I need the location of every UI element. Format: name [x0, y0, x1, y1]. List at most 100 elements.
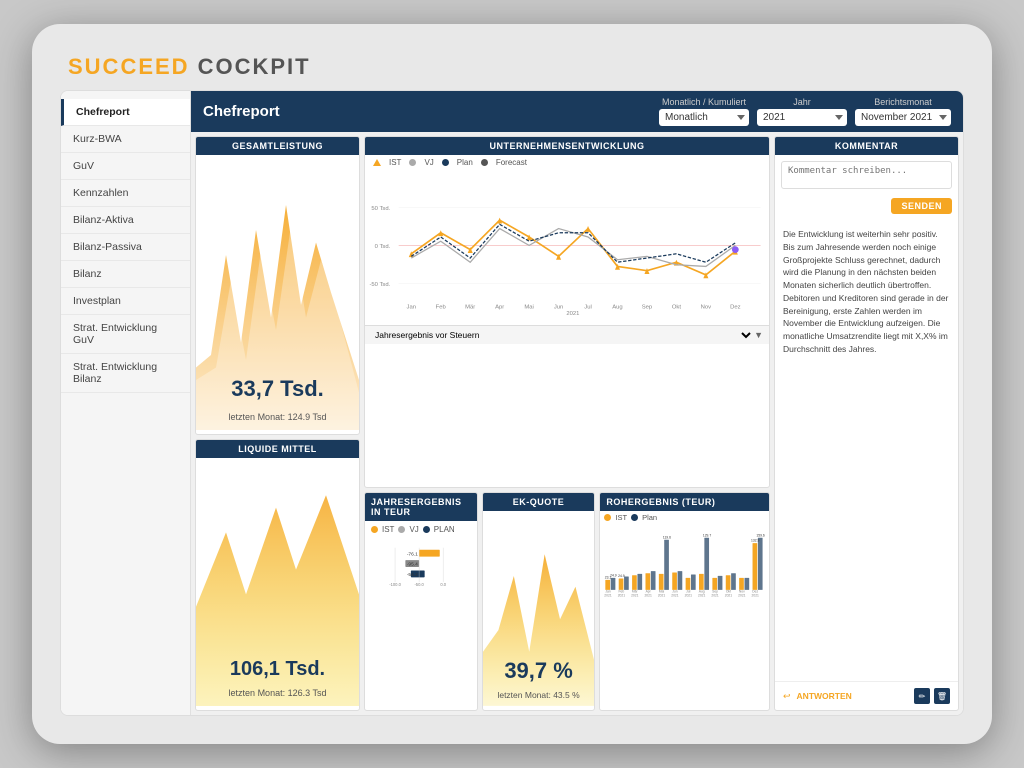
svg-text:119.6: 119.6	[663, 536, 671, 540]
jahresergebnis-chart-svg: -76.1 -95.4 -54.2	[371, 537, 471, 597]
top-bar: Chefreport Monatlich / Kumuliert Monatli…	[191, 91, 963, 132]
senden-button[interactable]: SENDEN	[891, 198, 952, 214]
svg-text:2021: 2021	[658, 594, 666, 598]
ekquote-header: EK-QUOTE	[483, 493, 595, 511]
svg-text:Mai: Mai	[524, 305, 533, 311]
sidebar-item-guv[interactable]: GuV	[61, 153, 190, 180]
sidebar-item-kennzahlen[interactable]: Kennzahlen	[61, 180, 190, 207]
kommentar-action-icons: ✏ 🗑	[914, 688, 950, 704]
content: Chefreport Monatlich / Kumuliert Monatli…	[191, 91, 963, 715]
monatlich-control: Monatlich / Kumuliert Monatlich Kumulier…	[659, 97, 749, 126]
gesamtleistung-sub: letzten Monat: 124.9 Tsd	[196, 412, 359, 422]
svg-text:2021: 2021	[618, 594, 626, 598]
antworten-link[interactable]: ANTWORTEN	[797, 691, 852, 701]
ekquote-sub: letzten Monat: 43.5 %	[483, 690, 595, 700]
vj-line	[411, 229, 735, 267]
sidebar-item-strat--entwicklung-bilanz[interactable]: Strat. Entwicklung Bilanz	[61, 354, 190, 393]
jahresergebnis-panel: JAHRESERGEBNIS IN TEUR IST VJ PLAN	[364, 492, 478, 711]
ist-legend-label: IST	[389, 158, 401, 167]
sidebar-item-bilanz-passiva[interactable]: Bilanz-Passiva	[61, 234, 190, 261]
monatlich-select[interactable]: Monatlich Kumuliert	[659, 109, 749, 126]
liquide-value: 106,1 Tsd.	[196, 658, 359, 681]
svg-text:129.7: 129.7	[703, 534, 711, 538]
svg-text:50 Tsd.: 50 Tsd.	[371, 206, 390, 212]
unternehmen-legend: IST VJ Plan Forecast	[365, 155, 769, 170]
kommentar-panel: KOMMENTAR SENDEN Die Entwicklung ist wei…	[774, 136, 959, 711]
svg-text:Mär: Mär	[465, 305, 475, 311]
logo-succeed: SUCCEED	[68, 54, 190, 80]
sidebar: ChefreportKurz-BWAGuVKennzahlenBilanz-Ak…	[61, 91, 191, 715]
rohergebnis-plan-dot	[631, 514, 638, 521]
plan-legend-dot	[423, 526, 430, 533]
svg-text:-50 Tsd.: -50 Tsd.	[369, 282, 390, 288]
plan-legend-label: Plan	[457, 158, 473, 167]
rohergebnis-chart-svg: 23.1 24.9 24.9 119.6 129.7 132.9 159.6 J…	[604, 524, 765, 609]
ekquote-panel: EK-QUOTE	[482, 492, 596, 711]
sidebar-item-strat--entwicklung-guv[interactable]: Strat. Entwicklung GuV	[61, 315, 190, 354]
device-frame: SUCCEED COCKPIT ChefreportKurz-BWAGuVKen…	[32, 24, 992, 744]
main-container: ChefreportKurz-BWAGuVKennzahlenBilanz-Ak…	[60, 90, 964, 716]
sidebar-item-investplan[interactable]: Investplan	[61, 288, 190, 315]
svg-text:Sep: Sep	[642, 305, 653, 311]
sidebar-item-chefreport[interactable]: Chefreport	[61, 99, 190, 126]
svg-text:-95.4: -95.4	[407, 562, 418, 568]
ist-legend-dot	[371, 526, 378, 533]
svg-text:Okt: Okt	[672, 305, 682, 311]
monatlich-label: Monatlich / Kumuliert	[662, 97, 746, 107]
svg-text:2021: 2021	[685, 594, 693, 598]
svg-text:-50.0: -50.0	[414, 582, 424, 587]
svg-text:Jun: Jun	[554, 305, 563, 311]
svg-text:2021: 2021	[645, 594, 653, 598]
chevron-down-icon: ▼	[754, 330, 763, 340]
svg-text:Jul: Jul	[584, 305, 592, 311]
top-bar-controls: Monatlich / Kumuliert Monatlich Kumulier…	[659, 97, 951, 126]
sidebar-item-kurz-bwa[interactable]: Kurz-BWA	[61, 126, 190, 153]
ekquote-value: 39,7 %	[483, 658, 595, 684]
gesamtleistung-header: GESAMTLEISTUNG	[196, 137, 359, 155]
svg-text:132.9: 132.9	[751, 539, 759, 543]
liquide-sub: letzten Monat: 126.3 Tsd	[196, 688, 359, 698]
forecast-legend-label: Forecast	[496, 158, 527, 167]
logo-cockpit: COCKPIT	[198, 54, 311, 80]
svg-text:2021: 2021	[566, 311, 579, 317]
edit-icon[interactable]: ✏	[914, 688, 930, 704]
sidebar-item-bilanz[interactable]: Bilanz	[61, 261, 190, 288]
berichtsmonat-select[interactable]: November 2021 Oktober 2021	[855, 109, 951, 126]
svg-text:0 Tsd.: 0 Tsd.	[375, 244, 391, 250]
ist-line	[411, 220, 735, 275]
svg-text:2021: 2021	[739, 594, 747, 598]
middle-column: UNTERNEHMENSENTWICKLUNG IST VJ Plan Fore…	[364, 136, 770, 711]
forecast-legend-icon	[481, 159, 488, 166]
chart-dropdown[interactable]: Jahresergebnis vor Steuern	[371, 329, 754, 341]
kommentar-text: Die Entwicklung ist weiterhin sehr posit…	[775, 220, 958, 681]
kommentar-header: KOMMENTAR	[775, 137, 958, 155]
vj-legend-icon	[409, 159, 416, 166]
sidebar-item-bilanz-aktiva[interactable]: Bilanz-Aktiva	[61, 207, 190, 234]
svg-text:159.6: 159.6	[757, 534, 765, 538]
svg-text:Nov: Nov	[701, 305, 712, 311]
kommentar-input[interactable]	[781, 161, 952, 189]
unternehmen-header: UNTERNEHMENSENTWICKLUNG	[365, 137, 769, 155]
jahr-select[interactable]: 2021 2020	[757, 109, 847, 126]
svg-text:2021: 2021	[672, 594, 680, 598]
svg-text:Aug: Aug	[612, 305, 622, 311]
svg-text:2021: 2021	[725, 594, 733, 598]
kommentar-input-area: SENDEN	[775, 155, 958, 220]
chart-dropdown-row: Jahresergebnis vor Steuern ▼	[365, 325, 769, 344]
app-header: SUCCEED COCKPIT	[60, 54, 964, 80]
rohergebnis-plan-label: Plan	[642, 513, 657, 522]
svg-text:2021: 2021	[752, 594, 760, 598]
delete-icon[interactable]: 🗑	[934, 688, 950, 704]
ist-legend-icon	[373, 159, 381, 166]
liquide-header: LIQUIDE MITTEL	[196, 440, 359, 458]
svg-text:24.9: 24.9	[611, 574, 618, 578]
rohergebnis-header: ROHERGEBNIS (TEUR)	[600, 493, 769, 511]
vj-legend-label: VJ	[424, 158, 433, 167]
jahr-control: Jahr 2021 2020	[757, 97, 847, 126]
svg-text:Dez: Dez	[730, 305, 741, 311]
jahresergebnis-ist-label: IST	[382, 525, 394, 534]
rohergebnis-panel: ROHERGEBNIS (TEUR) IST Plan	[599, 492, 770, 711]
jahresergebnis-header: JAHRESERGEBNIS IN TEUR	[365, 493, 477, 521]
kommentar-footer: ↩ ANTWORTEN ✏ 🗑	[775, 681, 958, 710]
svg-text:2021: 2021	[631, 594, 639, 598]
